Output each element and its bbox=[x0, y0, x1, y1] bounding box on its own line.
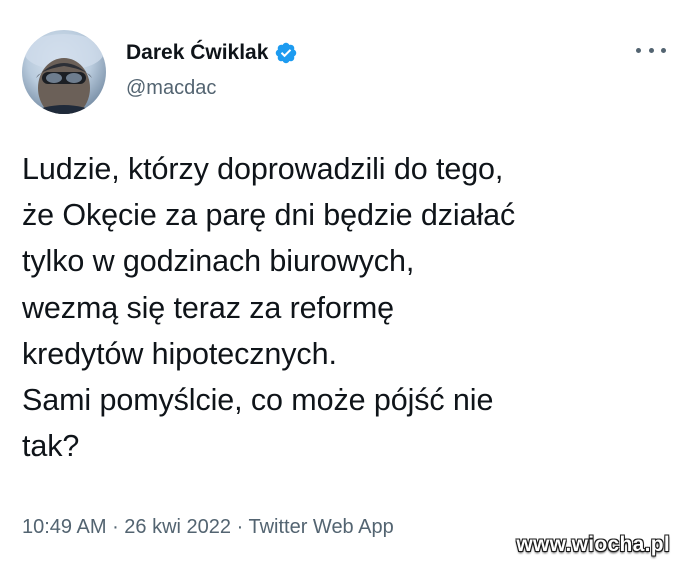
more-dot-icon bbox=[661, 47, 666, 53]
tweet-meta: 10:49 AM · 26 kwi 2022 · Twitter Web App bbox=[22, 514, 394, 540]
avatar-image bbox=[24, 34, 104, 114]
watermark: www.wiocha.pl bbox=[516, 533, 670, 556]
tweet-card: Darek Ćwiklak @macdac Ludzie, którzy dop… bbox=[0, 0, 684, 569]
tweet-time[interactable]: 10:49 AM bbox=[22, 516, 107, 538]
verified-badge-icon bbox=[276, 42, 297, 64]
author-handle[interactable]: @macdac bbox=[126, 76, 216, 100]
more-dot-icon bbox=[648, 47, 654, 53]
tweet-source[interactable]: Twitter Web App bbox=[248, 516, 393, 538]
tweet-date[interactable]: 26 kwi 2022 bbox=[124, 516, 231, 538]
more-options-button[interactable] bbox=[636, 40, 666, 60]
author-name-row[interactable]: Darek Ćwiklak bbox=[126, 40, 298, 66]
author-display-name[interactable]: Darek Ćwiklak bbox=[126, 40, 268, 66]
more-dot-icon bbox=[636, 47, 641, 53]
avatar[interactable] bbox=[22, 30, 106, 114]
meta-separator: · bbox=[231, 516, 249, 538]
tweet-text: Ludzie, którzy doprowadzili do tego, że … bbox=[22, 152, 516, 464]
meta-separator: · bbox=[106, 516, 125, 538]
